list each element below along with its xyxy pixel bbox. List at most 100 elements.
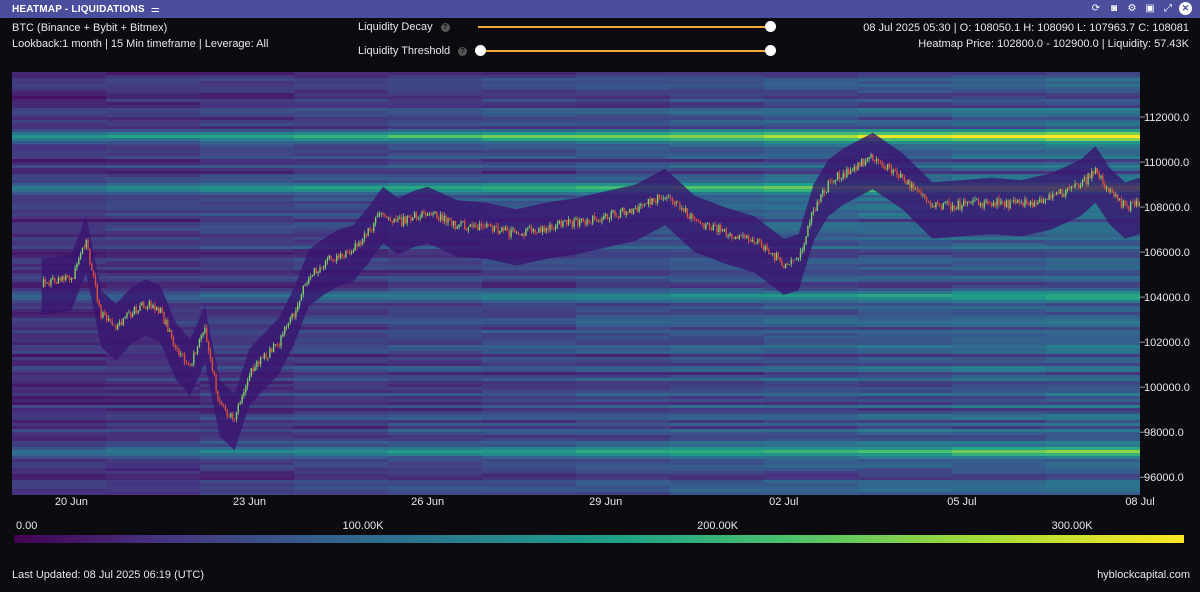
heatmap-cell [670,285,765,288]
heatmap-cell [482,339,577,342]
liquidity-threshold-knob-min[interactable] [475,45,486,56]
heatmap-cell [294,309,389,312]
heatmap-cell [1046,126,1141,129]
candle-body [829,181,831,182]
heatmap-cell [294,417,389,420]
heatmap-cell [482,336,577,339]
refresh-icon[interactable]: ⟳ [1089,2,1103,16]
heatmap-cell [482,96,577,99]
liquidity-threshold-slider[interactable] [480,50,771,52]
heatmap-cell [858,87,953,90]
heatmap-cell [294,324,389,327]
candle-body [143,302,145,309]
heatmap-cell [670,372,765,375]
heatmap-cell [388,162,483,165]
heatmap-cell [106,426,201,429]
heatmap-cell [482,120,577,123]
liquidation-heatmap-chart[interactable]: 112000.0110000.0108000.0106000.0104000.0… [0,68,1200,510]
heatmap-cell [670,330,765,333]
heatmap-cell [858,453,953,456]
candle-body [269,348,271,358]
candle-body [293,313,295,317]
heatmap-cell [858,459,953,462]
heatmap-cell [952,153,1047,156]
candle-body [475,225,477,227]
candle-body [872,154,874,161]
candle-body [1085,177,1087,185]
heatmap-cell [200,303,295,306]
heatmap-cell [858,285,953,288]
candle-body [1078,184,1080,188]
heatmap-cell [670,165,765,168]
candle-body [569,219,572,222]
heatmap-cell [858,483,953,486]
heatmap-cell [12,135,107,138]
heatmap-cell [576,96,671,99]
close-icon[interactable]: ✕ [1179,2,1192,15]
heatmap-cell [388,387,483,390]
candle-body [673,202,675,204]
heatmap-cell [1046,483,1141,486]
candle-body [985,200,987,203]
heatmap-cell [106,234,201,237]
candle-body [59,277,61,281]
liquidity-decay-slider[interactable] [478,26,771,28]
heatmap-cell [952,165,1047,168]
tune-icon[interactable]: ⚌ [151,4,160,15]
save-icon[interactable]: ▣ [1143,2,1157,16]
heatmap-cell [952,375,1047,378]
help-icon[interactable]: ? [440,22,450,32]
candle-body [727,235,729,237]
heatmap-cell [764,309,859,312]
candle-body [838,172,841,179]
candle-body [118,322,121,325]
help-icon[interactable]: ? [458,46,468,56]
heatmap-cell [200,252,295,255]
heatmap-cell [106,156,201,159]
expand-icon[interactable]: ⤢ [1161,2,1175,16]
candle-body [755,242,757,244]
heatmap-cell [482,171,577,174]
brand-link[interactable]: hyblockcapital.com [1097,569,1190,581]
candle-body [669,196,672,199]
heatmap-cell [482,288,577,291]
heatmap-cell [858,294,953,297]
heatmap-cell [482,486,577,489]
heatmap-cell [952,99,1047,102]
heatmap-cell [12,336,107,339]
heatmap-cell [200,117,295,120]
heatmap-cell [952,75,1047,78]
heatmap-cell [482,315,577,318]
camera-icon[interactable]: ◙ [1107,2,1121,16]
candle-body [180,353,182,355]
candle-body [499,231,501,234]
heatmap-cell [1046,123,1141,126]
heatmap-cell [670,360,765,363]
heatmap-cell [294,177,389,180]
heatmap-cell [1046,318,1141,321]
heatmap-cell [388,483,483,486]
heatmap-cell [482,351,577,354]
heatmap-cell [1046,474,1141,477]
candle-body [91,263,93,271]
heatmap-cell [12,228,107,231]
heatmap-cell [294,159,389,162]
liquidity-decay-knob[interactable] [765,21,776,32]
liquidity-threshold-text: Liquidity Threshold [358,45,451,57]
heatmap-cell [388,441,483,444]
heatmap-cell [1046,342,1141,345]
heatmap-cell [482,444,577,447]
heatmap-cell [952,423,1047,426]
heatmap-cell [388,465,483,468]
heatmap-cell [482,312,577,315]
heatmap-cell [12,486,107,489]
liquidity-threshold-knob-max[interactable] [765,45,776,56]
gear-icon[interactable]: ⚙ [1125,2,1139,16]
heatmap-cell [482,483,577,486]
heatmap-cell [12,201,107,204]
candle-body [196,347,199,354]
heatmap-cell [670,93,765,96]
heatmap-cell [1046,390,1141,393]
candle-body [812,210,815,213]
heatmap-cell [294,408,389,411]
